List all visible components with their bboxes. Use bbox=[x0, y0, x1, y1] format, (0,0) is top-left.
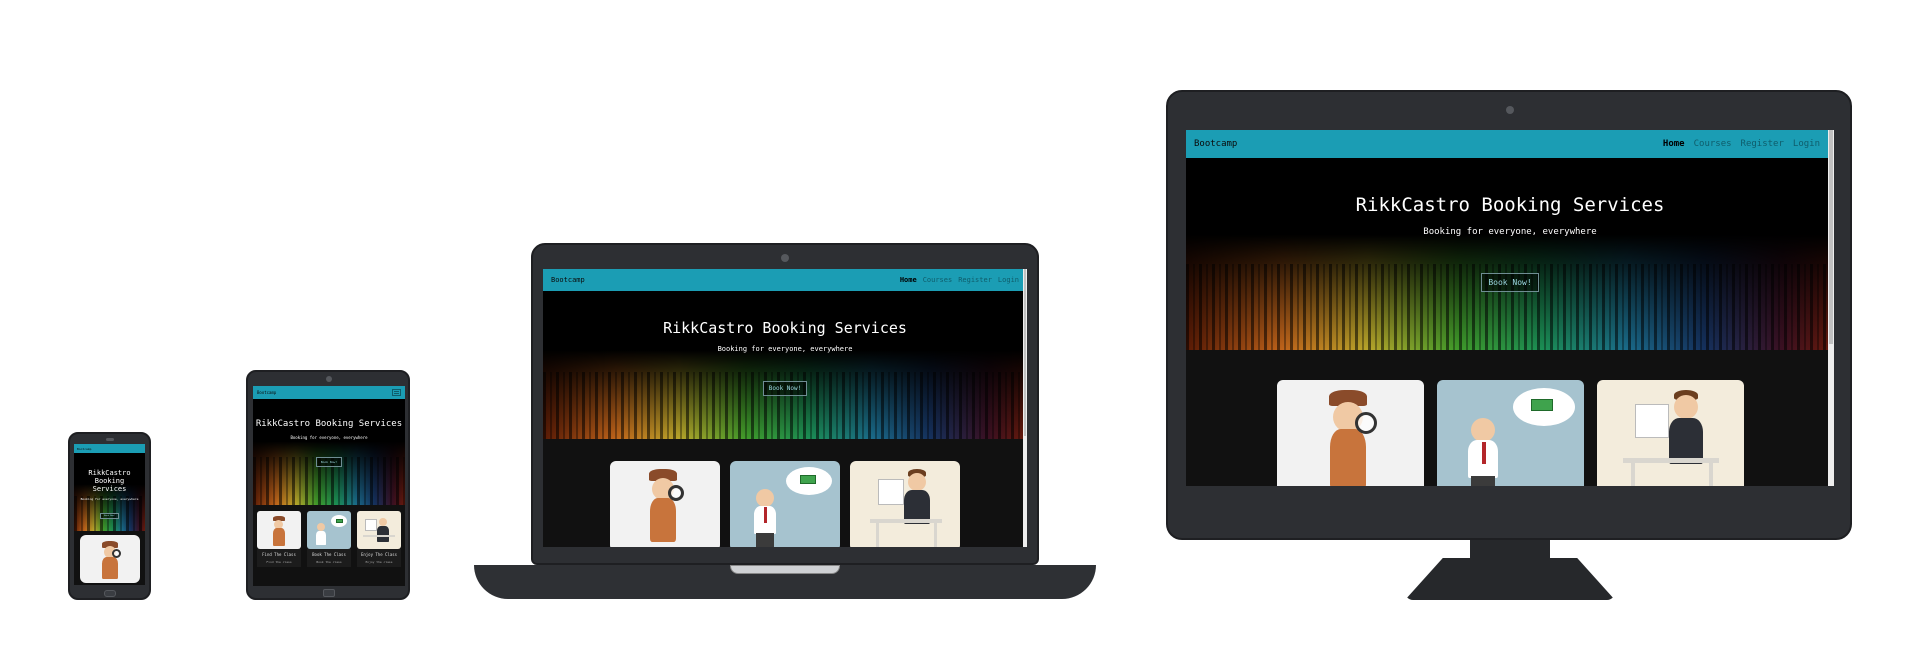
hero-title: RikkCastro Booking Services bbox=[255, 419, 403, 429]
nav-register[interactable]: Register bbox=[958, 276, 992, 284]
laptop-device: Bootcamp Home Courses Register Login Rik… bbox=[531, 243, 1039, 565]
navbar: Bootcamp Home Courses Register Login bbox=[1186, 130, 1834, 158]
hero-section: RikkCastro Booking Services Booking for … bbox=[74, 453, 145, 531]
cards-section: Find The Class Find the class Book The C… bbox=[253, 505, 405, 586]
card-find-class[interactable] bbox=[1276, 380, 1424, 486]
hero-subtitle: Booking for everyone, everywhere bbox=[80, 497, 139, 501]
navbar: Bootcamp bbox=[253, 386, 405, 399]
book-now-button[interactable]: Book Now! bbox=[1481, 273, 1539, 292]
card-find-class[interactable] bbox=[79, 535, 140, 583]
brand-link[interactable]: Bootcamp bbox=[551, 276, 585, 284]
card-book-class[interactable] bbox=[730, 461, 840, 547]
card-caption: Enjoy The Class Enjoy the class bbox=[357, 549, 401, 567]
card-find-class[interactable] bbox=[610, 461, 720, 547]
laptop-trackpad-notch bbox=[730, 565, 840, 574]
cards-section bbox=[74, 531, 145, 585]
card-caption: Book The Class Book the class bbox=[307, 549, 351, 567]
tablet-screen: Bootcamp RikkCastro Booking Services Boo… bbox=[253, 386, 405, 586]
nav-home[interactable]: Home bbox=[900, 276, 917, 284]
webcam-icon bbox=[326, 376, 332, 382]
phone-device: Bootcamp RikkCastro Booking Services Boo… bbox=[68, 432, 151, 600]
hamburger-menu-icon[interactable] bbox=[392, 389, 401, 396]
responsive-mockup: Bootcamp RikkCastro Booking Services Boo… bbox=[0, 0, 1920, 655]
cards-section bbox=[1186, 350, 1834, 486]
hero-subtitle: Booking for everyone, everywhere bbox=[1423, 227, 1597, 237]
webcam-icon bbox=[781, 254, 789, 262]
monitor-device: Bootcamp Home Courses Register Login Rik… bbox=[1166, 90, 1852, 540]
nav-courses[interactable]: Courses bbox=[1694, 139, 1732, 149]
book-now-button[interactable]: Book Now! bbox=[100, 513, 119, 519]
nav-links: Home Courses Register Login bbox=[1663, 139, 1820, 149]
hero-section: RikkCastro Booking Services Booking for … bbox=[1186, 158, 1834, 350]
brand-link[interactable]: Bootcamp bbox=[257, 390, 276, 395]
card-enjoy-class[interactable] bbox=[850, 461, 960, 547]
brand-link[interactable]: Bootcamp bbox=[1194, 139, 1237, 149]
cards-section bbox=[543, 439, 1027, 547]
hero-section: RikkCastro Booking Services Booking for … bbox=[543, 291, 1027, 439]
webcam-icon bbox=[106, 438, 114, 441]
card-enjoy-class[interactable]: Enjoy The Class Enjoy the class bbox=[357, 511, 401, 586]
nav-home[interactable]: Home bbox=[1663, 139, 1685, 149]
scrollbar[interactable] bbox=[1828, 130, 1834, 486]
card-caption: Find The Class Find the class bbox=[257, 549, 301, 567]
hero-section: RikkCastro Booking Services Booking for … bbox=[253, 399, 405, 505]
scrollbar[interactable] bbox=[1023, 269, 1027, 547]
hero-title: RikkCastro Booking Services bbox=[663, 319, 907, 337]
nav-courses[interactable]: Courses bbox=[923, 276, 953, 284]
card-find-class[interactable]: Find The Class Find the class bbox=[257, 511, 301, 586]
hero-title: RikkCastro Booking Services bbox=[1355, 194, 1665, 216]
phone-screen: Bootcamp RikkCastro Booking Services Boo… bbox=[74, 444, 145, 585]
nav-links: Home Courses Register Login bbox=[900, 276, 1019, 284]
brand-link[interactable]: Bootcamp bbox=[77, 447, 91, 451]
monitor-stand-neck bbox=[1470, 540, 1550, 560]
card-enjoy-class[interactable] bbox=[1596, 380, 1744, 486]
laptop-screen: Bootcamp Home Courses Register Login Rik… bbox=[543, 269, 1027, 547]
hero-title: RikkCastro Booking Services bbox=[88, 469, 131, 493]
hero-subtitle: Booking for everyone, everywhere bbox=[717, 345, 853, 353]
book-now-button[interactable]: Book Now! bbox=[315, 457, 343, 467]
navbar: Bootcamp bbox=[74, 444, 145, 453]
card-book-class[interactable]: Book The Class Book the class bbox=[307, 511, 351, 586]
monitor-stand-base bbox=[1405, 558, 1615, 600]
nav-login[interactable]: Login bbox=[998, 276, 1019, 284]
monitor-screen: Bootcamp Home Courses Register Login Rik… bbox=[1186, 130, 1834, 486]
hero-subtitle: Booking for everyone, everywhere bbox=[290, 435, 368, 440]
webcam-icon bbox=[1506, 106, 1514, 114]
tablet-device: Bootcamp RikkCastro Booking Services Boo… bbox=[246, 370, 410, 600]
nav-register[interactable]: Register bbox=[1741, 139, 1784, 149]
book-now-button[interactable]: Book Now! bbox=[762, 381, 808, 396]
navbar: Bootcamp Home Courses Register Login bbox=[543, 269, 1027, 291]
card-book-class[interactable] bbox=[1436, 380, 1584, 486]
nav-login[interactable]: Login bbox=[1793, 139, 1820, 149]
